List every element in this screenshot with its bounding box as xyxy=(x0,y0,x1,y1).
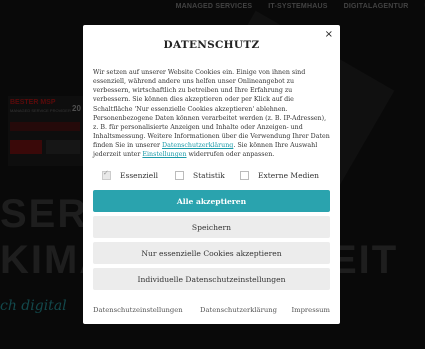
cookie-categories: Essenziell Statistik Externe Medien xyxy=(93,169,330,183)
checkbox-essenziell[interactable]: Essenziell xyxy=(102,169,159,180)
essential-only-button[interactable]: Nur essenzielle Cookies akzeptieren xyxy=(93,242,330,264)
cookie-consent-dialog: × DATENSCHUTZ Wir setzen auf unserer Web… xyxy=(83,25,340,324)
checkbox-statistik-label: Statistik xyxy=(193,171,225,180)
footer-privacy-link[interactable]: Datenschutzerklärung xyxy=(200,306,277,314)
consent-text-part3: widerrufen oder anpassen. xyxy=(186,151,275,159)
checkbox-externe-medien-label: Externe Medien xyxy=(258,171,319,180)
checkbox-externe-medien[interactable]: Externe Medien xyxy=(240,171,319,180)
checkbox-statistik-box[interactable] xyxy=(175,171,184,180)
footer-settings-link[interactable]: Datenschutzeinstellungen xyxy=(93,306,183,314)
consent-text-part1: Wir setzen auf unserer Website Cookies e… xyxy=(93,69,330,150)
footer-imprint-link[interactable]: Impressum xyxy=(291,306,330,314)
checkbox-statistik[interactable]: Statistik xyxy=(175,171,225,180)
checkbox-essenziell-label: Essenziell xyxy=(120,171,159,180)
dialog-footer: Datenschutzeinstellungen Datenschutzerkl… xyxy=(83,306,340,316)
checkbox-essenziell-box[interactable] xyxy=(102,169,111,180)
accept-all-button[interactable]: Alle akzeptieren xyxy=(93,190,330,212)
individual-settings-button[interactable]: Individuelle Datenschutzeinstellungen xyxy=(93,268,330,290)
consent-description: Wir setzen auf unserer Website Cookies e… xyxy=(93,68,330,160)
settings-link[interactable]: Einstellungen xyxy=(142,151,186,158)
dialog-title: DATENSCHUTZ xyxy=(163,39,260,51)
save-button[interactable]: Speichern xyxy=(93,216,330,238)
checkbox-externe-medien-box[interactable] xyxy=(240,171,249,180)
privacy-policy-link[interactable]: Datenschutzerklärung xyxy=(162,142,233,149)
